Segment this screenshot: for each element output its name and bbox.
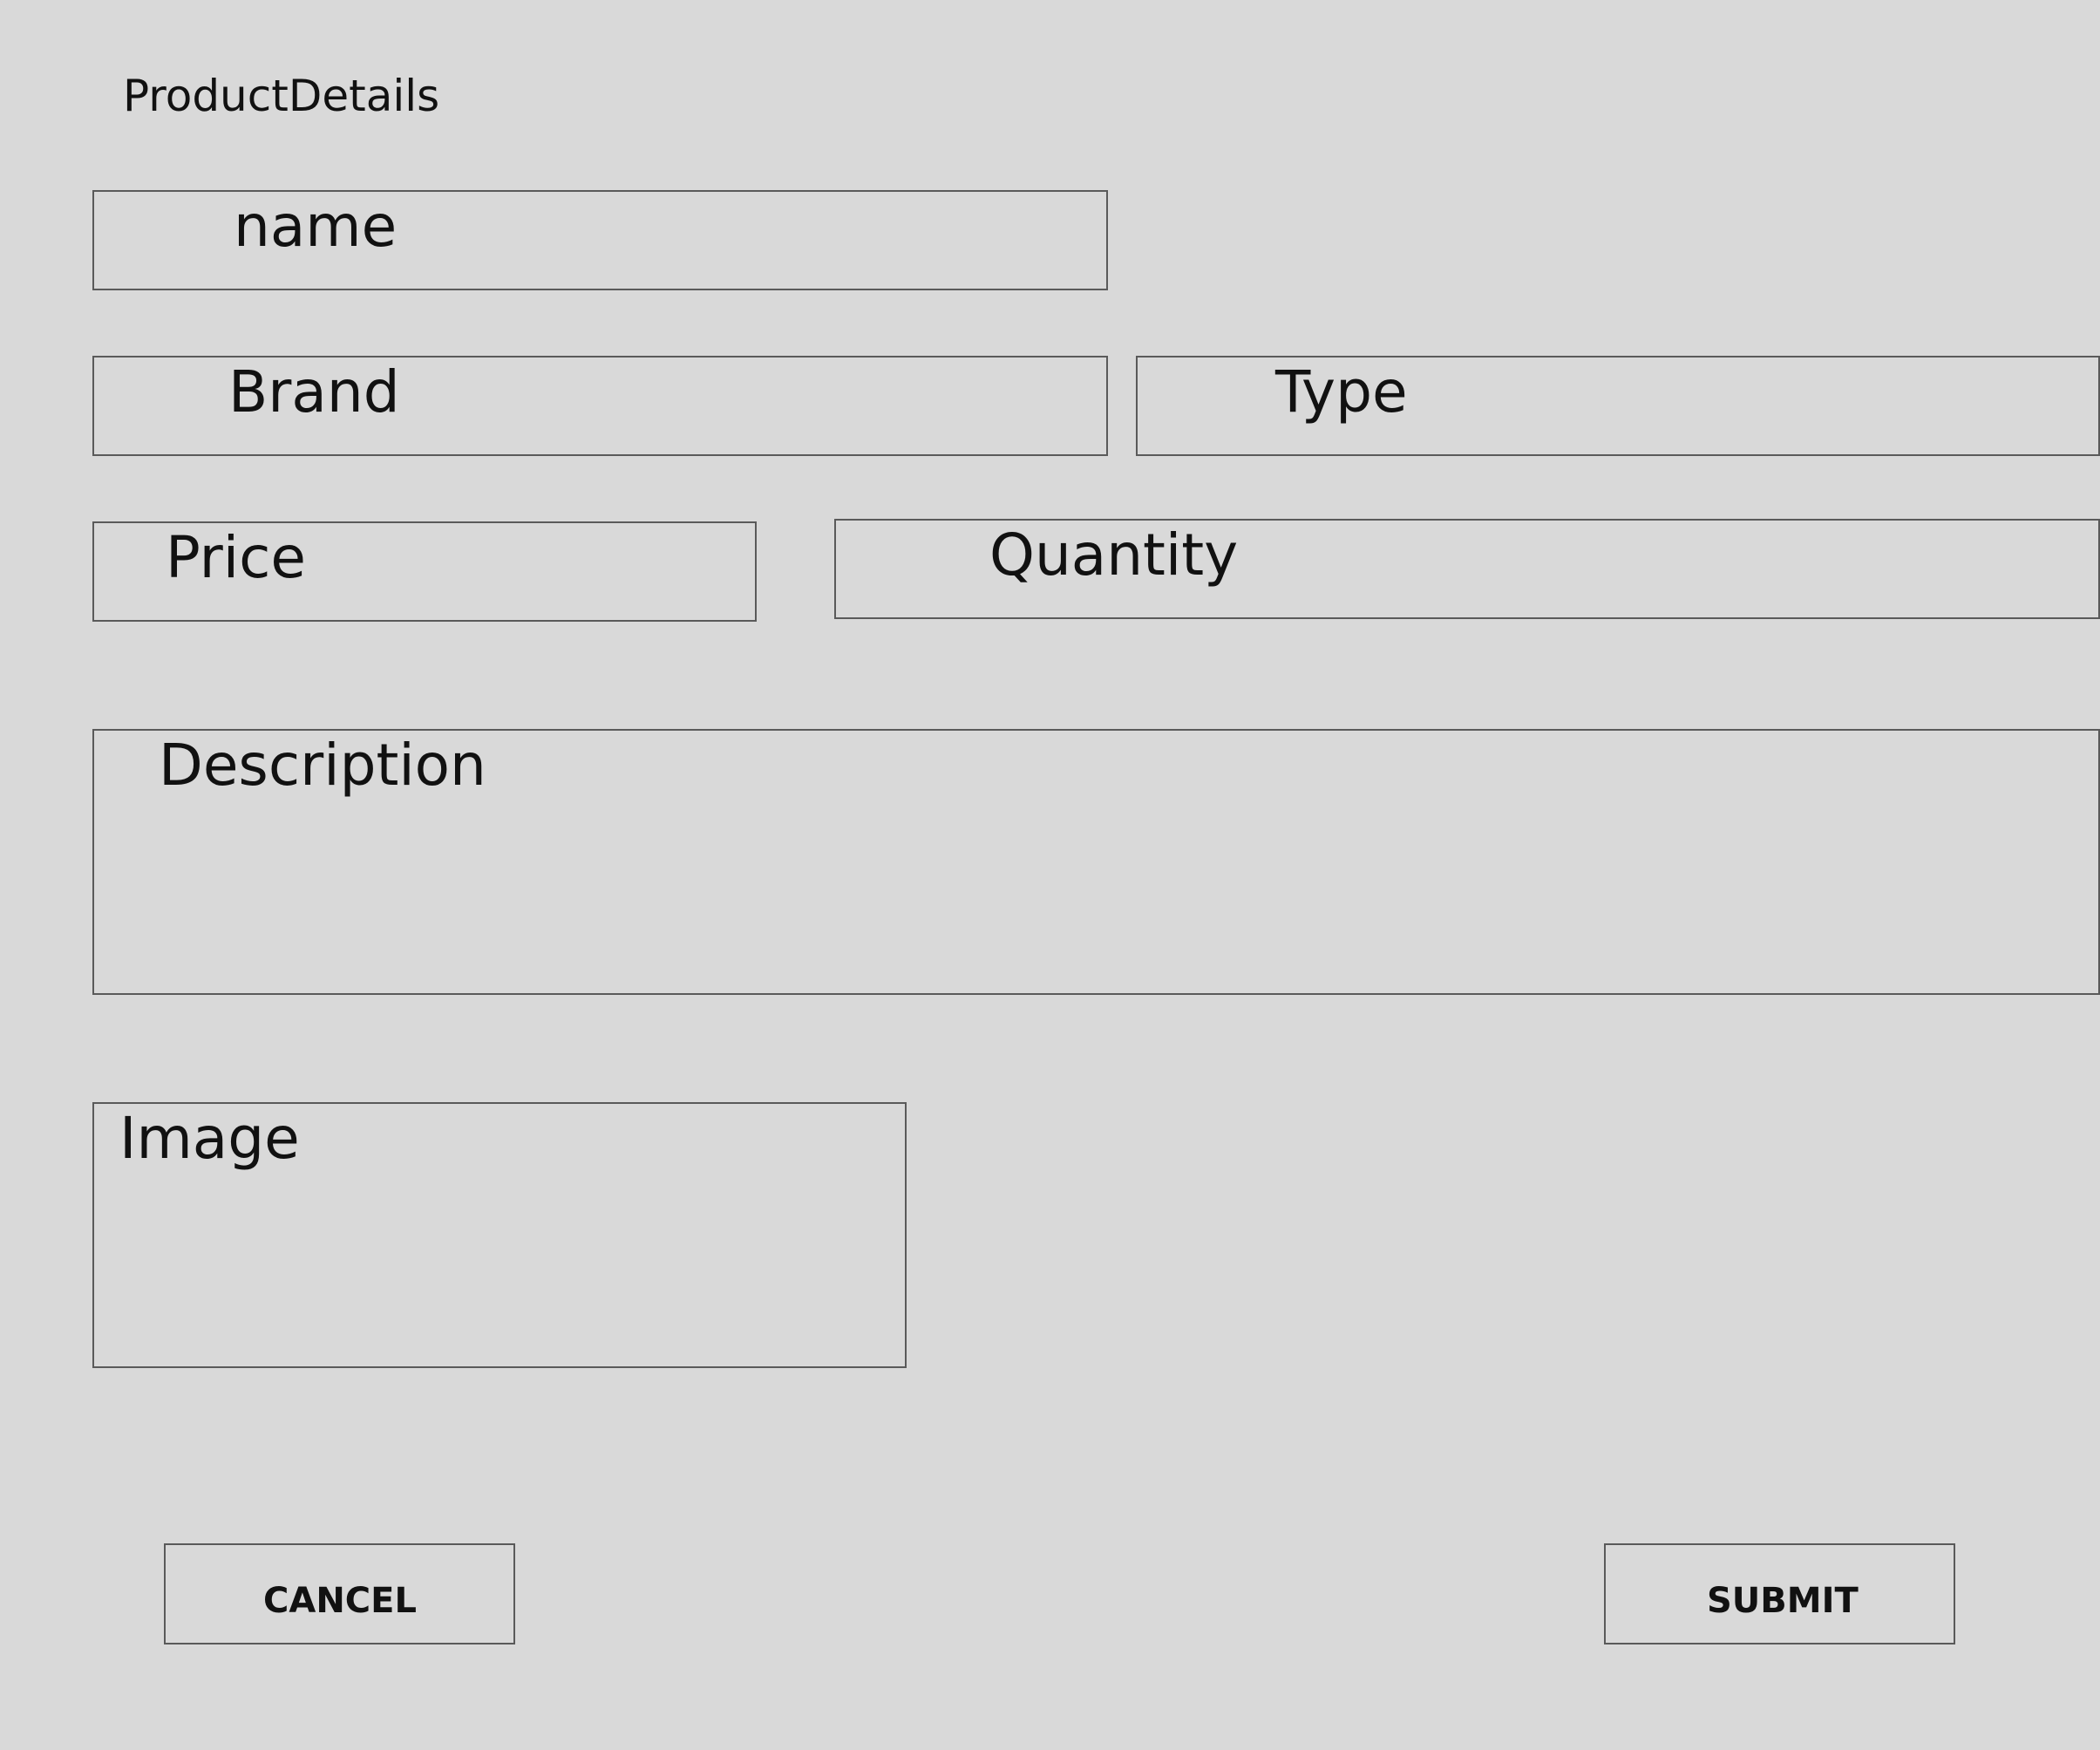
form-title: ProductDetails bbox=[123, 71, 440, 121]
description-field[interactable]: Description bbox=[92, 729, 2100, 995]
type-field-label: Type bbox=[1275, 358, 1408, 426]
name-field-label: name bbox=[234, 193, 398, 260]
cancel-button[interactable]: CANCEL bbox=[164, 1543, 515, 1644]
type-field[interactable]: Type bbox=[1136, 356, 2100, 456]
submit-button[interactable]: SUBMIT bbox=[1604, 1543, 1955, 1644]
quantity-field-label: Quantity bbox=[989, 521, 1239, 589]
submit-button-label: SUBMIT bbox=[1707, 1581, 1859, 1621]
cancel-button-label: CANCEL bbox=[263, 1581, 417, 1621]
image-field[interactable]: Image bbox=[92, 1102, 907, 1368]
price-field-label: Price bbox=[166, 524, 307, 591]
description-field-label: Description bbox=[159, 732, 486, 799]
price-field[interactable]: Price bbox=[92, 521, 757, 622]
quantity-field[interactable]: Quantity bbox=[834, 519, 2100, 619]
name-field[interactable]: name bbox=[92, 190, 1108, 290]
brand-field-label: Brand bbox=[228, 358, 400, 426]
brand-field[interactable]: Brand bbox=[92, 356, 1108, 456]
image-field-label: Image bbox=[119, 1105, 300, 1172]
